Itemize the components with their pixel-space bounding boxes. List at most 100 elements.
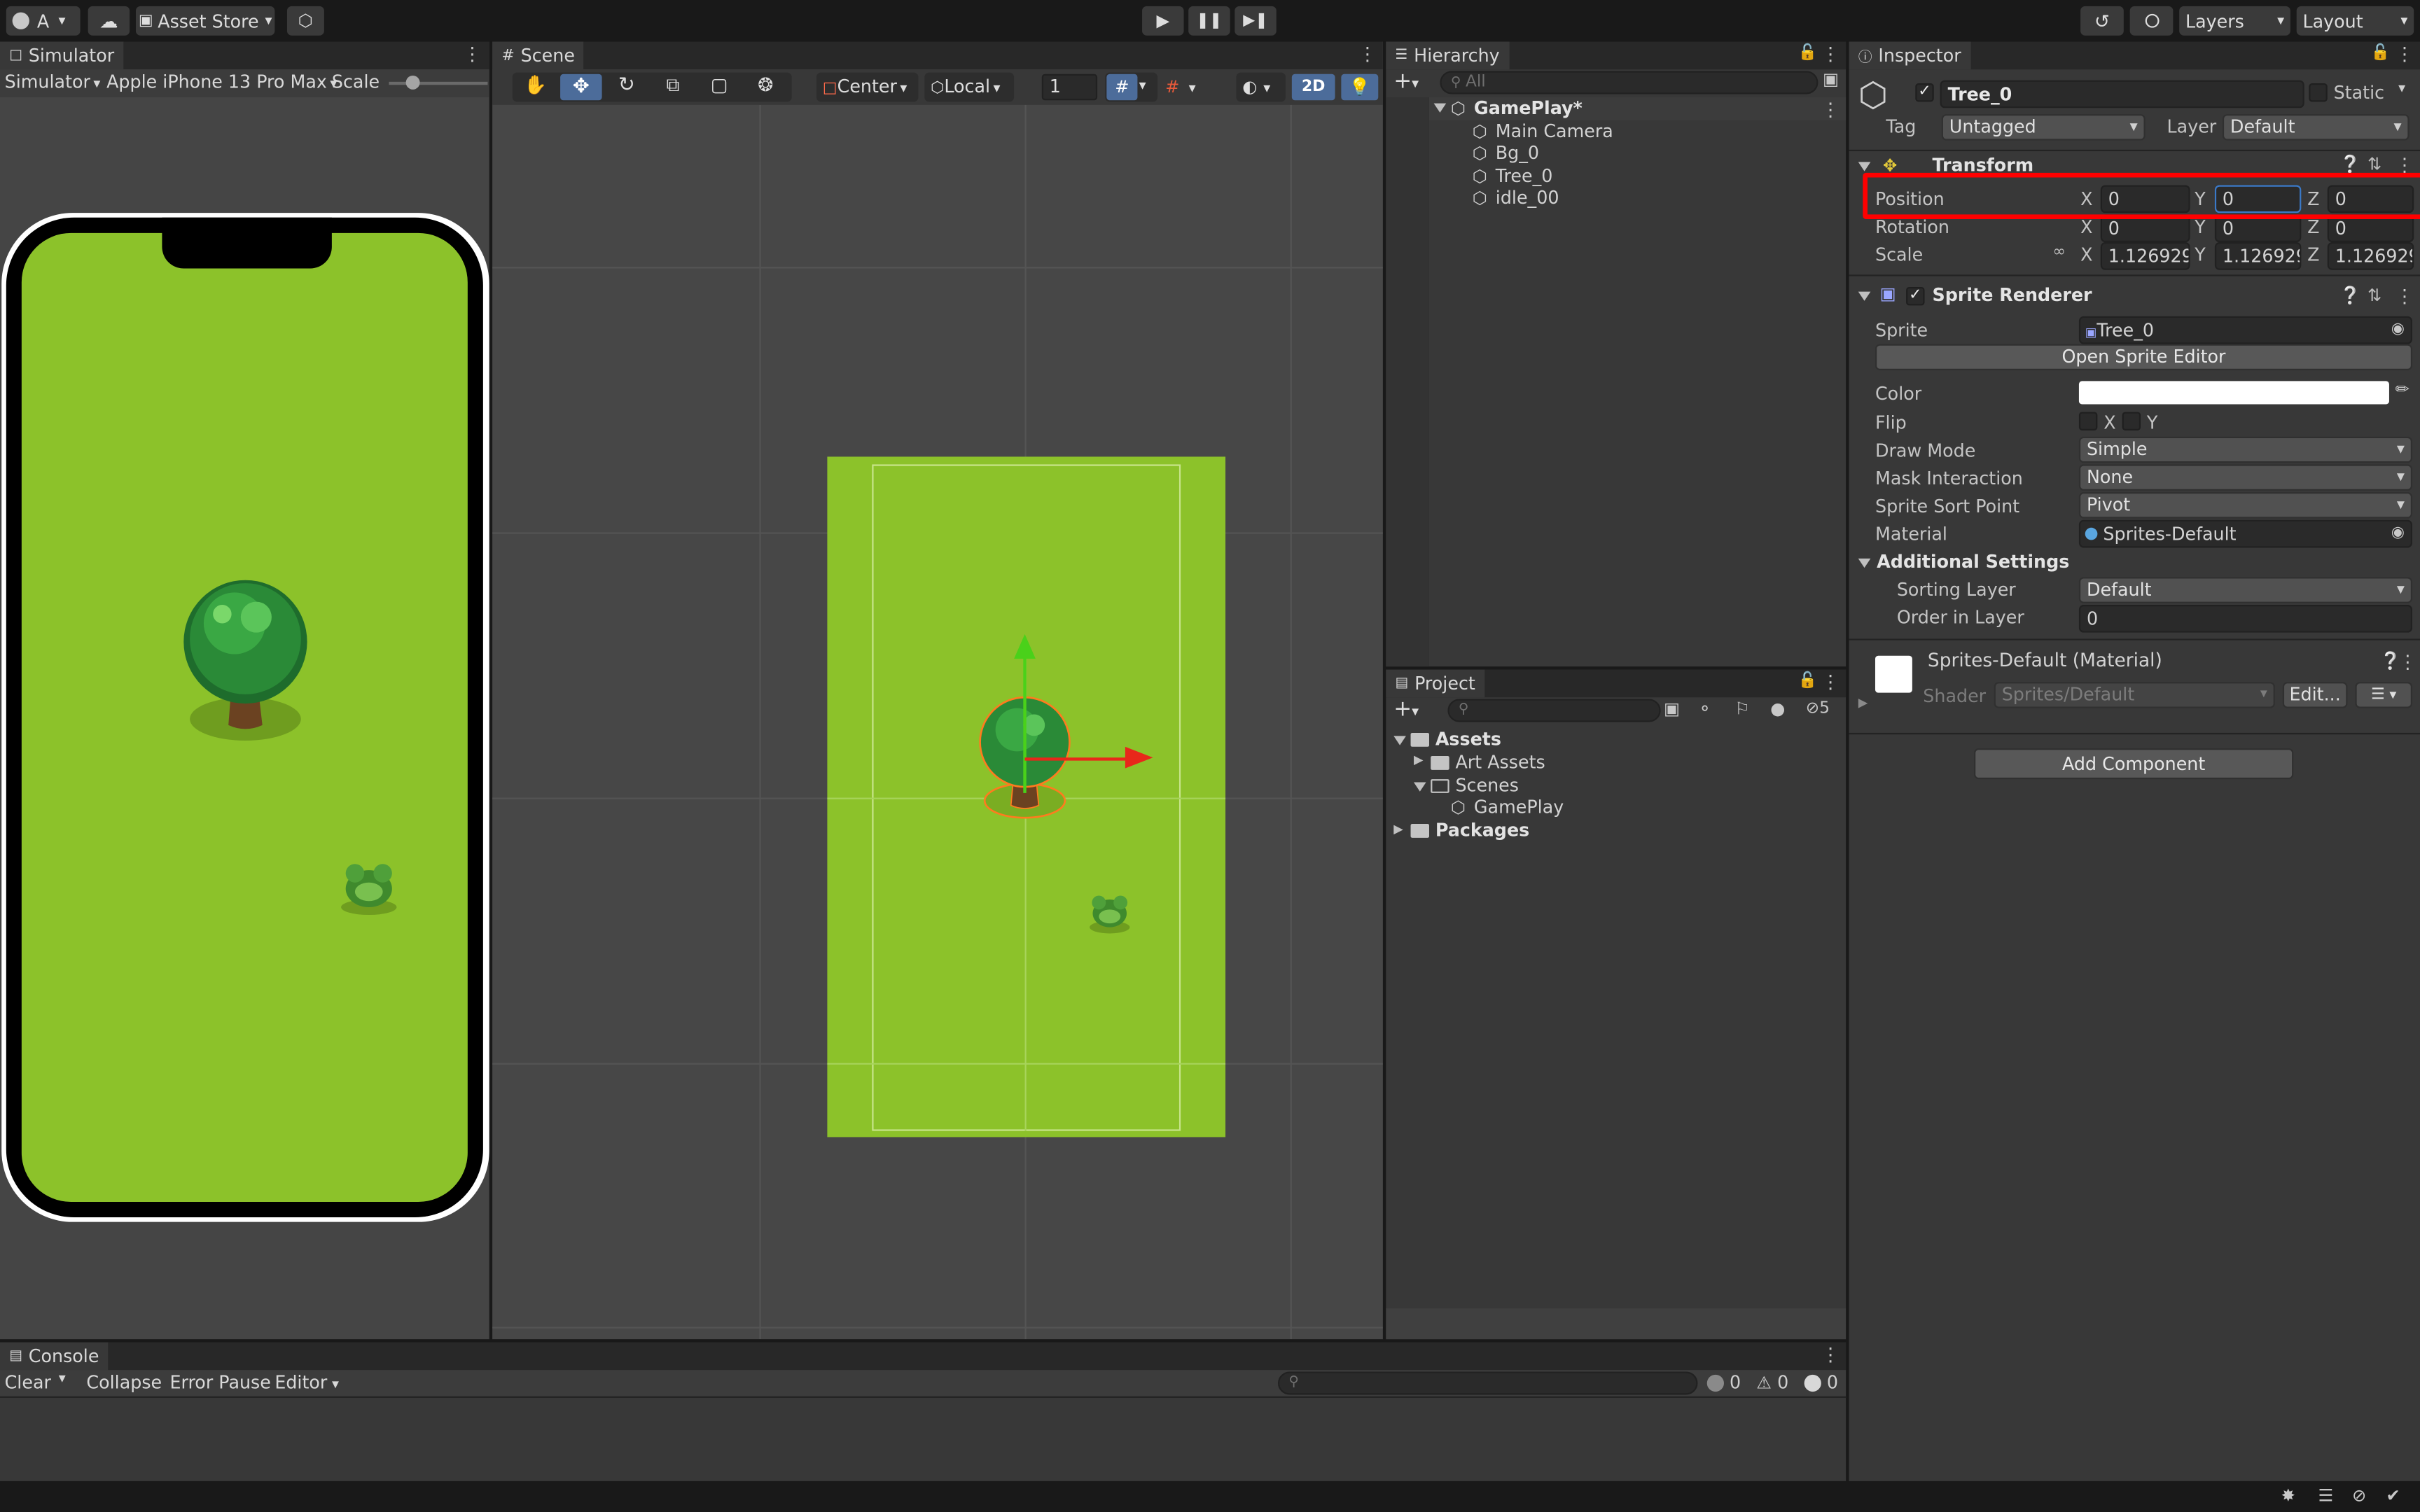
- y-axis-handle[interactable]: [1023, 654, 1027, 793]
- sprite-renderer-enabled-checkbox[interactable]: ✓: [1906, 286, 1925, 306]
- lock-icon[interactable]: 🔓: [1798, 43, 1817, 65]
- add-object-button[interactable]: +▾: [1393, 69, 1419, 94]
- add-component-button[interactable]: Add Component: [1974, 748, 2294, 780]
- hierarchy-menu-icon[interactable]: ⋮: [1821, 43, 1840, 65]
- foldout-expanded-icon[interactable]: [1858, 558, 1871, 568]
- tab-simulator[interactable]: □ Simulator: [0, 41, 124, 70]
- order-in-layer-field[interactable]: 0: [2078, 605, 2413, 633]
- presets-icon[interactable]: ⇅: [2367, 154, 2381, 174]
- layers-dropdown[interactable]: Layers ▾: [2179, 6, 2290, 36]
- pivot-rotation-dropdown[interactable]: ⬡Local ▾: [924, 72, 1015, 102]
- lock-icon[interactable]: 🔓: [2370, 43, 2389, 65]
- art-assets-folder[interactable]: Art Assets: [1431, 751, 1545, 773]
- tag-icon[interactable]: ⚐: [1734, 699, 1750, 719]
- pivot-mode-dropdown[interactable]: □Center ▾: [816, 72, 919, 102]
- hierarchy-item[interactable]: ⬡ Bg_0: [1473, 142, 1539, 164]
- foldout-expanded-icon[interactable]: [1858, 162, 1871, 172]
- rotate-tool-icon[interactable]: ↻: [606, 74, 646, 100]
- transform-tool-icon[interactable]: ❂: [746, 74, 786, 100]
- scale-tool-icon[interactable]: ⧉: [653, 74, 693, 100]
- presets-icon[interactable]: ⇅: [2367, 286, 2381, 306]
- material-menu-icon[interactable]: ⋮: [2398, 651, 2416, 673]
- clear-button[interactable]: Clear: [5, 1371, 51, 1393]
- console-search-input[interactable]: ⚲: [1277, 1371, 1698, 1395]
- scene-options-icon[interactable]: ⋮: [1821, 99, 1840, 120]
- log-count-toggle[interactable]: 0: [1706, 1371, 1741, 1393]
- additional-settings-title[interactable]: Additional Settings: [1877, 551, 2069, 573]
- flip-x-checkbox[interactable]: [2078, 412, 2098, 430]
- bug-icon[interactable]: ✸: [2281, 1486, 2295, 1506]
- material-object-field[interactable]: Sprites-Default ◉: [2078, 519, 2413, 548]
- 2d-mode-toggle[interactable]: 2D: [1291, 74, 1335, 101]
- device-dropdown[interactable]: Apple iPhone 13 Pro Max ▾: [106, 71, 337, 92]
- scenes-folder[interactable]: Scenes: [1431, 774, 1519, 796]
- hierarchy-item[interactable]: ⬡ Main Camera: [1473, 120, 1613, 142]
- x-axis-handle[interactable]: [1024, 757, 1130, 761]
- color-swatch[interactable]: [2078, 381, 2389, 405]
- warning-count-toggle[interactable]: ⚠ 0: [1756, 1371, 1788, 1393]
- hidden-packages-toggle[interactable]: ⊘5: [1806, 699, 1830, 717]
- asset-store-button[interactable]: ▣ Asset Store ▾: [135, 6, 275, 36]
- chevron-down-icon[interactable]: ▾: [2398, 82, 2405, 97]
- chevron-down-icon[interactable]: ▾: [59, 1371, 66, 1387]
- account-button[interactable]: A ▾: [6, 6, 81, 36]
- grid-size-field[interactable]: 1: [1041, 74, 1098, 101]
- link-scale-icon[interactable]: ∞: [2052, 244, 2065, 260]
- scene-viewport[interactable]: [492, 104, 1383, 1340]
- mask-interaction-dropdown[interactable]: None: [2078, 464, 2413, 491]
- flip-y-checkbox[interactable]: [2122, 412, 2141, 430]
- scene-visibility-icon[interactable]: ▣: [1823, 69, 1839, 90]
- search-button[interactable]: [2129, 6, 2174, 36]
- scale-y-field[interactable]: 1.126929: [2214, 242, 2302, 270]
- scene-item[interactable]: ⬡ GamePlay*: [1451, 97, 1583, 119]
- lighting-toggle-icon[interactable]: 💡: [1341, 74, 1379, 101]
- history-button[interactable]: ↺: [2080, 6, 2124, 36]
- foldout-collapsed-icon[interactable]: ▶: [1414, 753, 1424, 767]
- assets-folder[interactable]: Assets: [1410, 728, 1501, 750]
- progress-icon[interactable]: ✔: [2386, 1486, 2400, 1506]
- component-menu-icon[interactable]: ⋮: [2395, 286, 2414, 307]
- grid-toggle-icon[interactable]: #: [1106, 74, 1138, 101]
- gameplay-scene-asset[interactable]: ⬡ GamePlay: [1451, 796, 1564, 818]
- cache-server-icon[interactable]: ☰: [2318, 1486, 2334, 1506]
- shading-mode-icon[interactable]: ◐ ▾: [1236, 72, 1286, 102]
- foldout-expanded-icon[interactable]: [1393, 736, 1406, 746]
- collapse-toggle[interactable]: Collapse: [86, 1371, 162, 1393]
- help-icon[interactable]: ❔: [2339, 286, 2360, 306]
- layout-dropdown[interactable]: Layout ▾: [2296, 6, 2414, 36]
- draw-mode-dropdown[interactable]: Simple: [2078, 436, 2413, 463]
- object-name-field[interactable]: Tree_0: [1940, 80, 2304, 108]
- hand-tool-icon[interactable]: ✋: [515, 74, 555, 100]
- error-count-toggle[interactable]: 0: [1804, 1371, 1838, 1393]
- foldout-collapsed-icon[interactable]: ▶: [1393, 822, 1403, 836]
- search-by-type-icon[interactable]: ▣: [1664, 699, 1680, 719]
- scene-menu-icon[interactable]: ⋮: [1358, 43, 1377, 65]
- help-icon[interactable]: ❔: [2339, 154, 2360, 174]
- error-filter-icon[interactable]: ●: [1770, 699, 1785, 719]
- move-tool-icon[interactable]: ✥: [560, 74, 602, 101]
- create-asset-button[interactable]: +▾: [1393, 697, 1419, 722]
- scale-x-field[interactable]: 1.126929: [2100, 242, 2190, 270]
- tab-hierarchy[interactable]: ☰ Hierarchy: [1386, 41, 1509, 70]
- tag-dropdown[interactable]: Untagged: [1941, 114, 2146, 141]
- editor-target-dropdown[interactable]: Editor ▾: [274, 1371, 339, 1393]
- y-axis-arrow-icon[interactable]: [1014, 634, 1036, 659]
- edit-shader-button[interactable]: Edit...: [2282, 682, 2348, 708]
- foldout-collapsed-icon[interactable]: ▶: [1858, 696, 1868, 710]
- object-picker-icon[interactable]: ◉: [2391, 522, 2405, 546]
- active-checkbox[interactable]: ✓: [1915, 83, 1934, 102]
- eyedropper-icon[interactable]: ✏: [2395, 379, 2409, 400]
- chevron-down-icon[interactable]: ▾: [1139, 74, 1157, 100]
- tab-project[interactable]: ▤ Project: [1386, 669, 1485, 698]
- step-button[interactable]: ▶❚: [1235, 6, 1277, 36]
- foldout-expanded-icon[interactable]: [1433, 103, 1447, 113]
- play-button[interactable]: ▶: [1142, 6, 1184, 36]
- lock-icon[interactable]: 🔓: [1798, 671, 1817, 693]
- x-axis-arrow-icon[interactable]: [1125, 746, 1153, 769]
- snap-increment-icon[interactable]: # ▾: [1165, 74, 1215, 100]
- hierarchy-item[interactable]: ⬡ idle_00: [1473, 187, 1559, 209]
- gameobject-large-icon[interactable]: ⬡: [1858, 80, 1888, 114]
- search-by-label-icon[interactable]: ⚬: [1698, 699, 1712, 719]
- scale-slider-track[interactable]: [389, 81, 488, 85]
- tab-inspector[interactable]: ⓘ Inspector: [1849, 41, 1970, 70]
